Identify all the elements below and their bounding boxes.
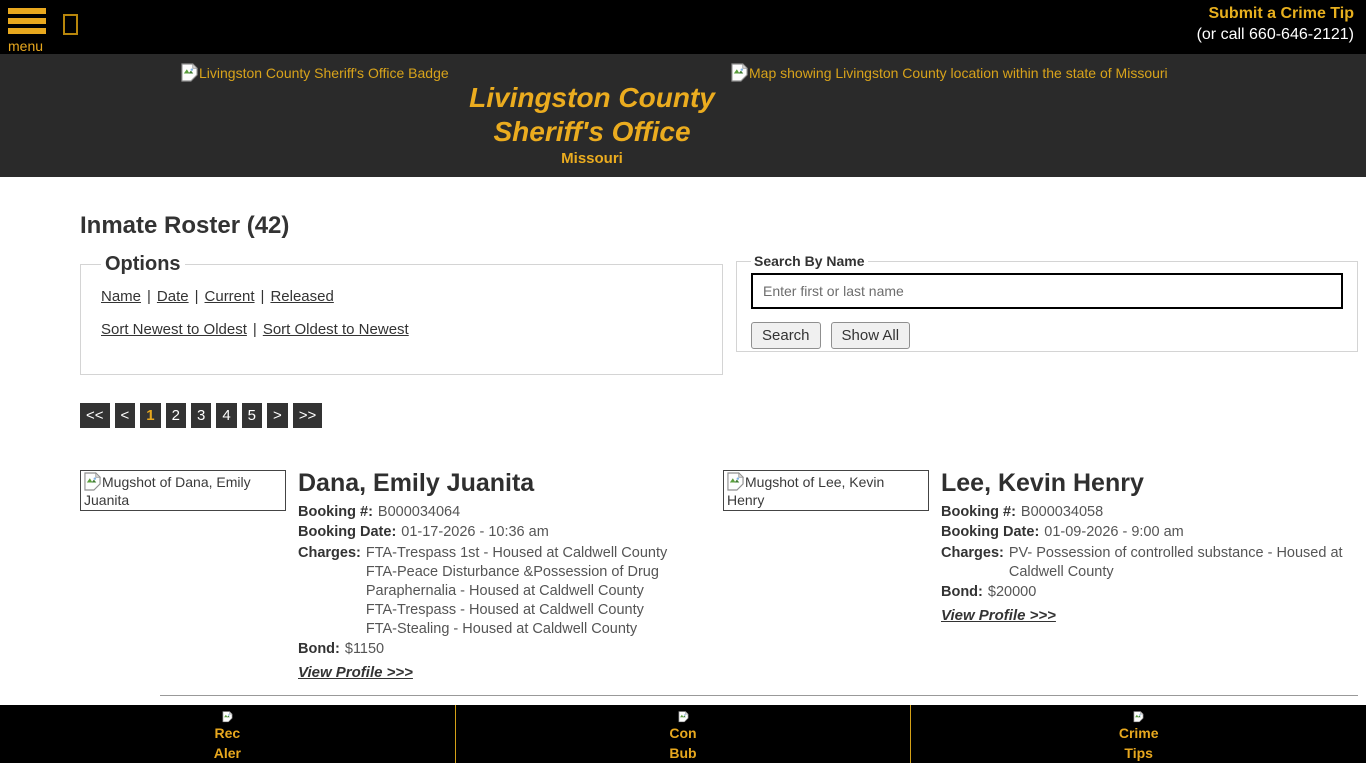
inmate-name: Dana, Emily Juanita xyxy=(298,470,711,496)
broken-image-icon xyxy=(727,472,744,491)
page-last-button[interactable]: >> xyxy=(293,403,323,428)
page-2-button[interactable]: 2 xyxy=(166,403,186,428)
search-button[interactable]: Search xyxy=(751,322,821,349)
sort-oldest-to-newest-link[interactable]: Sort Oldest to Newest xyxy=(263,321,409,338)
options-legend: Options xyxy=(101,253,185,276)
top-bar: menu Submit a Crime Tip (or call 660-646… xyxy=(0,0,1366,54)
page-5-button[interactable]: 5 xyxy=(242,403,262,428)
crime-tip-phone: (or call 660-646-2121) xyxy=(1197,26,1354,44)
site-title: Livingston County Sheriff's Office Misso… xyxy=(461,81,723,167)
footer-link-text: Con xyxy=(669,723,696,743)
mugshot-alt-text: Mugshot of Dana, Emily Juanita xyxy=(84,474,251,508)
charges-label: Charges: xyxy=(941,544,1004,582)
view-profile-link[interactable]: View Profile >>> xyxy=(298,664,413,681)
mugshot-broken-image: Mugshot of Lee, Kevin Henry xyxy=(723,470,929,511)
footer-link-alerts[interactable]: Rec Aler xyxy=(0,705,456,763)
main-content: Inmate Roster (42) Options Name | Date | Cur… xyxy=(0,212,1366,696)
footer-link-crime-tips[interactable]: Crime Tips xyxy=(911,705,1366,763)
inmate-name: Lee, Kevin Henry xyxy=(941,470,1366,496)
bond-value: $1150 xyxy=(345,640,384,659)
county-map-broken-image: Map showing Livingston County location w… xyxy=(731,63,1168,82)
charge-item: FTA-Stealing - Housed at Caldwell County xyxy=(366,620,676,639)
booking-number-label: Booking #: xyxy=(298,503,373,522)
footer-link-text: Rec xyxy=(214,723,240,743)
page-4-button[interactable]: 4 xyxy=(216,403,236,428)
site-header: Livingston County Sheriff's Office Badge… xyxy=(0,54,1366,177)
booking-number-value: B000034058 xyxy=(1021,503,1366,522)
submit-crime-tip-link[interactable]: Submit a Crime Tip xyxy=(1197,5,1354,23)
charges-list: FTA-Trespass 1st - Housed at Caldwell Co… xyxy=(366,544,676,640)
inmate-card: Mugshot of Lee, Kevin Henry Lee, Kevin H… xyxy=(723,470,1366,682)
booking-number-value: B000034064 xyxy=(378,503,688,522)
filter-link-date[interactable]: Date xyxy=(157,288,189,305)
booking-date-value: 01-17-2026 - 10:36 am xyxy=(401,523,711,542)
site-footer: Rec Aler Con Bub Crime Tips xyxy=(0,705,1366,763)
pagination: << < 1 2 3 4 5 > >> xyxy=(80,403,1358,428)
footer-link-bulletin[interactable]: Con Bub xyxy=(456,705,912,763)
separator: | xyxy=(253,321,257,338)
bond-value: $20000 xyxy=(988,583,1036,602)
charge-item: FTA-Trespass - Housed at Caldwell County xyxy=(366,601,676,620)
inmate-roster: Mugshot of Dana, Emily Juanita Dana, Emi… xyxy=(80,470,1358,682)
broken-image-icon xyxy=(731,63,748,82)
site-title-line2: Sheriff's Office xyxy=(461,115,723,149)
separator: | xyxy=(261,288,265,305)
booking-date-label: Booking Date: xyxy=(298,523,396,542)
page-next-button[interactable]: > xyxy=(267,403,288,428)
search-input[interactable] xyxy=(751,273,1343,309)
map-alt-text: Map showing Livingston County location w… xyxy=(749,65,1168,81)
broken-image-icon xyxy=(181,63,198,82)
missing-glyph-icon xyxy=(63,14,78,35)
broken-image-icon xyxy=(219,711,236,722)
page-title: Inmate Roster (42) xyxy=(80,212,1358,240)
broken-image-icon xyxy=(84,472,101,491)
footer-link-text: Tips xyxy=(1124,743,1153,763)
badge-alt-text: Livingston County Sheriff's Office Badge xyxy=(199,65,449,81)
page-prev-button[interactable]: < xyxy=(115,403,136,428)
footer-link-text: Aler xyxy=(214,743,241,763)
charges-list: PV- Possession of controlled substance -… xyxy=(1009,544,1366,582)
charge-item: FTA-Peace Disturbance &Possession of Dru… xyxy=(366,563,676,601)
show-all-button[interactable]: Show All xyxy=(831,322,911,349)
search-panel: Search By Name Search Show All xyxy=(736,253,1358,352)
filter-link-current[interactable]: Current xyxy=(205,288,255,305)
separator: | xyxy=(195,288,199,305)
footer-link-text: Crime xyxy=(1119,723,1159,743)
charge-item: FTA-Trespass 1st - Housed at Caldwell Co… xyxy=(366,544,676,563)
broken-image-icon xyxy=(675,711,692,722)
page-3-button[interactable]: 3 xyxy=(191,403,211,428)
booking-number-label: Booking #: xyxy=(941,503,1016,522)
inmate-card: Mugshot of Dana, Emily Juanita Dana, Emi… xyxy=(80,470,723,682)
footer-link-text: Bub xyxy=(669,743,696,763)
mugshot-alt-text: Mugshot of Lee, Kevin Henry xyxy=(727,474,884,508)
page-1-button[interactable]: 1 xyxy=(140,403,160,428)
bond-label: Bond: xyxy=(941,583,983,602)
filter-link-released[interactable]: Released xyxy=(270,288,333,305)
hamburger-icon xyxy=(8,8,46,34)
footer-divider xyxy=(160,695,1358,696)
filter-link-name[interactable]: Name xyxy=(101,288,141,305)
charges-label: Charges: xyxy=(298,544,361,640)
sort-newest-to-oldest-link[interactable]: Sort Newest to Oldest xyxy=(101,321,247,338)
view-profile-link[interactable]: View Profile >>> xyxy=(941,607,1056,624)
separator: | xyxy=(147,288,151,305)
page-first-button[interactable]: << xyxy=(80,403,110,428)
filter-links-row: Name | Date | Current | Released xyxy=(101,288,702,305)
bond-label: Bond: xyxy=(298,640,340,659)
options-panel: Options Name | Date | Current | Released Sort … xyxy=(80,253,723,375)
booking-date-label: Booking Date: xyxy=(941,523,1039,542)
broken-image-icon xyxy=(1130,711,1147,722)
sheriff-badge-broken-image: Livingston County Sheriff's Office Badge xyxy=(181,63,461,82)
sort-links-row: Sort Newest to Oldest | Sort Oldest to New… xyxy=(101,321,702,338)
site-title-line1: Livingston County xyxy=(461,81,723,115)
booking-date-value: 01-09-2026 - 9:00 am xyxy=(1044,523,1366,542)
charge-item: PV- Possession of controlled substance -… xyxy=(1009,544,1366,582)
crime-tip-block: Submit a Crime Tip (or call 660-646-2121… xyxy=(1197,0,1366,44)
menu-button[interactable]: menu xyxy=(8,8,46,54)
menu-label: menu xyxy=(8,38,46,54)
search-legend: Search By Name xyxy=(751,253,868,269)
mugshot-broken-image: Mugshot of Dana, Emily Juanita xyxy=(80,470,286,511)
site-subtitle: Missouri xyxy=(461,150,723,167)
